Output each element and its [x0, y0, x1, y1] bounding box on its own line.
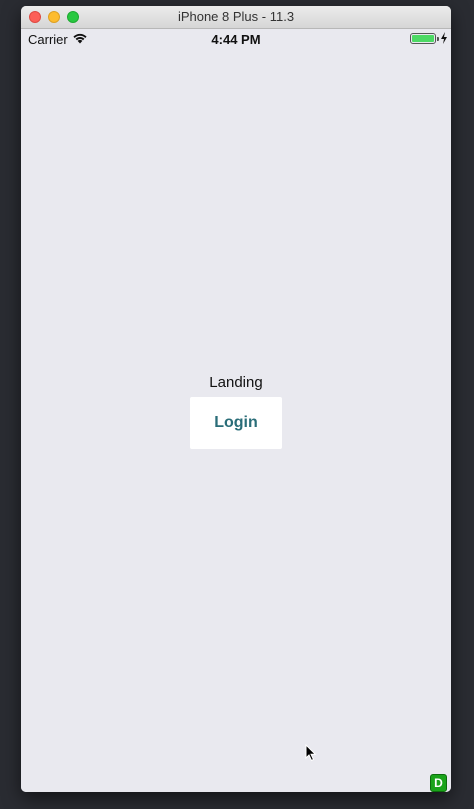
battery-icon — [410, 33, 436, 44]
device-screen: Carrier 4:44 PM Landing Login D — [21, 29, 451, 792]
landing-heading: Landing — [209, 374, 263, 391]
battery-tip — [437, 37, 439, 41]
status-time: 4:44 PM — [211, 32, 261, 47]
bolt-icon — [441, 32, 447, 44]
login-button[interactable]: Login — [190, 397, 282, 449]
window-titlebar[interactable]: iPhone 8 Plus - 11.3 — [21, 6, 451, 29]
window-title: iPhone 8 Plus - 11.3 — [177, 9, 295, 24]
battery-fill — [412, 35, 434, 42]
simulator-window: iPhone 8 Plus - 11.3 Carrier 4:44 PM Lan… — [21, 6, 451, 792]
desktop: iPhone 8 Plus - 11.3 Carrier 4:44 PM Lan… — [0, 0, 474, 809]
status-bar: Carrier 4:44 PM — [21, 29, 451, 49]
debug-badge[interactable]: D — [430, 774, 447, 792]
mouse-cursor-icon — [305, 744, 317, 762]
